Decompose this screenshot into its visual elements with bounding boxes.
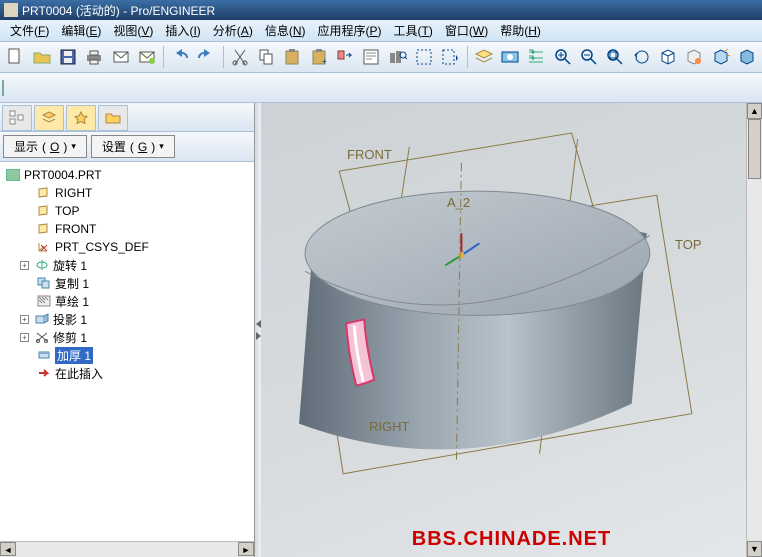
menu-info[interactable]: 信息(N)	[259, 20, 312, 41]
insert-icon	[37, 367, 51, 379]
render-button[interactable]	[735, 44, 759, 70]
tree-item-0[interactable]: RIGHT	[2, 184, 252, 202]
window-title: PRT0004 (活动的) - Pro/ENGINEER	[22, 2, 215, 19]
tab-favorites[interactable]	[66, 105, 96, 131]
spin-center-button[interactable]	[682, 44, 706, 70]
menu-app[interactable]: 应用程序(P)	[312, 20, 388, 41]
show-dropdown[interactable]: 显示(O)	[3, 135, 87, 158]
part-icon	[6, 169, 20, 181]
plane-icon	[37, 205, 51, 217]
sidebar-toolbar: 显示(O) 设置(G)	[0, 132, 254, 162]
enhanced-button[interactable]	[709, 44, 733, 70]
tree-item-2[interactable]: FRONT	[2, 220, 252, 238]
paste-button[interactable]	[280, 44, 304, 70]
tree-item-7[interactable]: +投影 1	[2, 310, 252, 328]
tree-item-6[interactable]: 草绘 1	[2, 292, 252, 310]
find-button[interactable]	[386, 44, 410, 70]
saved-view-button[interactable]	[656, 44, 680, 70]
menu-insert[interactable]: 插入(I)	[159, 20, 206, 41]
tree-item-4[interactable]: +旋转 1	[2, 256, 252, 274]
tree-item-9[interactable]: 加厚 1	[2, 346, 252, 364]
tree-item-3[interactable]: PRT_CSYS_DEF	[2, 238, 252, 256]
properties-button[interactable]	[359, 44, 383, 70]
settings-dropdown[interactable]: 设置(G)	[91, 135, 175, 158]
expand-icon[interactable]: +	[20, 315, 29, 324]
copy-icon	[37, 277, 51, 289]
shaded-button[interactable]	[2, 80, 4, 96]
layers-button[interactable]	[471, 44, 495, 70]
datum-label-front: FRONT	[347, 147, 392, 162]
plane-icon	[37, 223, 51, 235]
csys-icon	[37, 241, 51, 253]
copy-button[interactable]	[254, 44, 278, 70]
datum-label-top: TOP	[675, 237, 702, 252]
sketch-icon	[37, 295, 51, 307]
reorient-button[interactable]	[629, 44, 653, 70]
title-bar: PRT0004 (活动的) - Pro/ENGINEER	[0, 0, 762, 20]
tree-item-5[interactable]: 复制 1	[2, 274, 252, 292]
plane-icon	[37, 187, 51, 199]
trim-icon	[35, 331, 49, 343]
email-button[interactable]	[108, 44, 132, 70]
tab-folder[interactable]	[98, 105, 128, 131]
model-canvas	[261, 103, 762, 557]
project-icon	[35, 313, 49, 325]
sidebar-tabs	[0, 103, 254, 132]
workspace: 显示(O) 设置(G) PRT0004.PRT RIGHTTOPFRONTPRT…	[0, 103, 762, 557]
new-button[interactable]	[3, 44, 27, 70]
paste-special-button[interactable]: +	[307, 44, 331, 70]
send-button[interactable]	[135, 44, 159, 70]
menu-analysis[interactable]: 分析(A)	[207, 20, 259, 41]
thicken-icon	[37, 349, 51, 361]
expand-icon[interactable]: +	[20, 261, 29, 270]
watermark: BBS.CHINADE.NET	[412, 528, 611, 551]
zoom-out-button[interactable]	[577, 44, 601, 70]
select-button[interactable]	[412, 44, 436, 70]
zoom-fit-button[interactable]	[603, 44, 627, 70]
menu-edit[interactable]: 编辑(E)	[55, 20, 107, 41]
model-tree-button[interactable]	[524, 44, 548, 70]
svg-text:+: +	[322, 57, 327, 66]
model-tree[interactable]: PRT0004.PRT RIGHTTOPFRONTPRT_CSYS_DEF+旋转…	[0, 162, 254, 541]
menu-window[interactable]: 窗口(W)	[439, 20, 494, 41]
tree-scrollbar[interactable]: ◄ ►	[0, 541, 254, 557]
regenerate-button[interactable]	[333, 44, 357, 70]
revolve-icon	[35, 259, 49, 271]
tab-tree[interactable]	[2, 105, 32, 131]
redo-button[interactable]	[194, 44, 218, 70]
menu-view[interactable]: 视图(V)	[107, 20, 159, 41]
menu-tools[interactable]: 工具(T)	[388, 20, 439, 41]
app-icon	[4, 3, 18, 17]
select-dropdown[interactable]	[438, 44, 462, 70]
viewport-3d[interactable]: FRONT RIGHT TOP A_2 BBS.CHINADE.NET ▲ ▼	[261, 103, 762, 557]
view-manager-button[interactable]	[498, 44, 522, 70]
menu-bar: 文件(F) 编辑(E) 视图(V) 插入(I) 分析(A) 信息(N) 应用程序…	[0, 20, 762, 42]
menu-file[interactable]: 文件(F)	[4, 20, 55, 41]
zoom-in-button[interactable]	[550, 44, 574, 70]
menu-help[interactable]: 帮助(H)	[494, 20, 547, 41]
datum-label-axis: A_2	[447, 195, 470, 210]
model-tree-panel: 显示(O) 设置(G) PRT0004.PRT RIGHTTOPFRONTPRT…	[0, 103, 255, 557]
datum-label-right: RIGHT	[369, 419, 409, 434]
open-button[interactable]	[29, 44, 53, 70]
print-button[interactable]	[82, 44, 106, 70]
tree-item-10[interactable]: 在此插入	[2, 364, 252, 382]
undo-button[interactable]	[168, 44, 192, 70]
viewport-scrollbar[interactable]: ▲ ▼	[746, 103, 762, 557]
tree-root[interactable]: PRT0004.PRT	[2, 166, 252, 184]
toolbar-display: ?	[0, 73, 762, 103]
tree-item-8[interactable]: +修剪 1	[2, 328, 252, 346]
expand-icon[interactable]: +	[20, 333, 29, 342]
cut-button[interactable]	[227, 44, 251, 70]
tab-layers[interactable]	[34, 105, 64, 131]
tree-item-1[interactable]: TOP	[2, 202, 252, 220]
save-button[interactable]	[56, 44, 80, 70]
toolbar-main: +	[0, 42, 762, 73]
